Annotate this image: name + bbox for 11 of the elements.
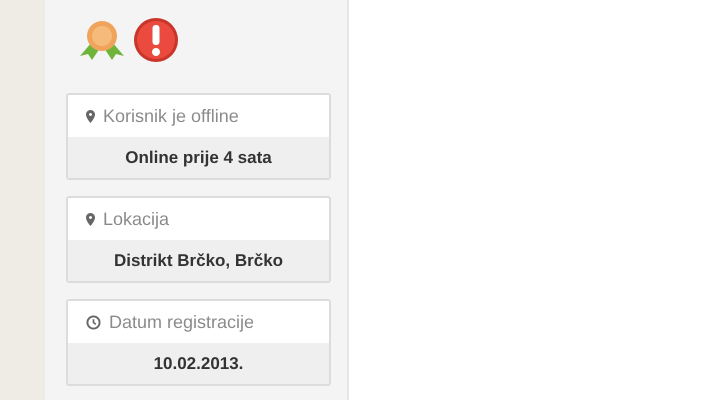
alert-icon xyxy=(132,16,180,64)
info-value: Online prije 4 sata xyxy=(125,146,272,169)
info-label: Datum registracije xyxy=(109,310,254,334)
location-pin-icon xyxy=(86,212,95,226)
info-value: Distrikt Brčko, Brčko xyxy=(114,250,284,272)
clock-icon xyxy=(86,314,101,330)
info-value: 10.02.2013. xyxy=(154,352,244,375)
info-label: Korisnik je offline xyxy=(103,104,239,128)
location-pin-icon xyxy=(86,110,95,122)
info-label: Lokacija xyxy=(103,208,170,231)
medal-icon xyxy=(78,18,126,62)
